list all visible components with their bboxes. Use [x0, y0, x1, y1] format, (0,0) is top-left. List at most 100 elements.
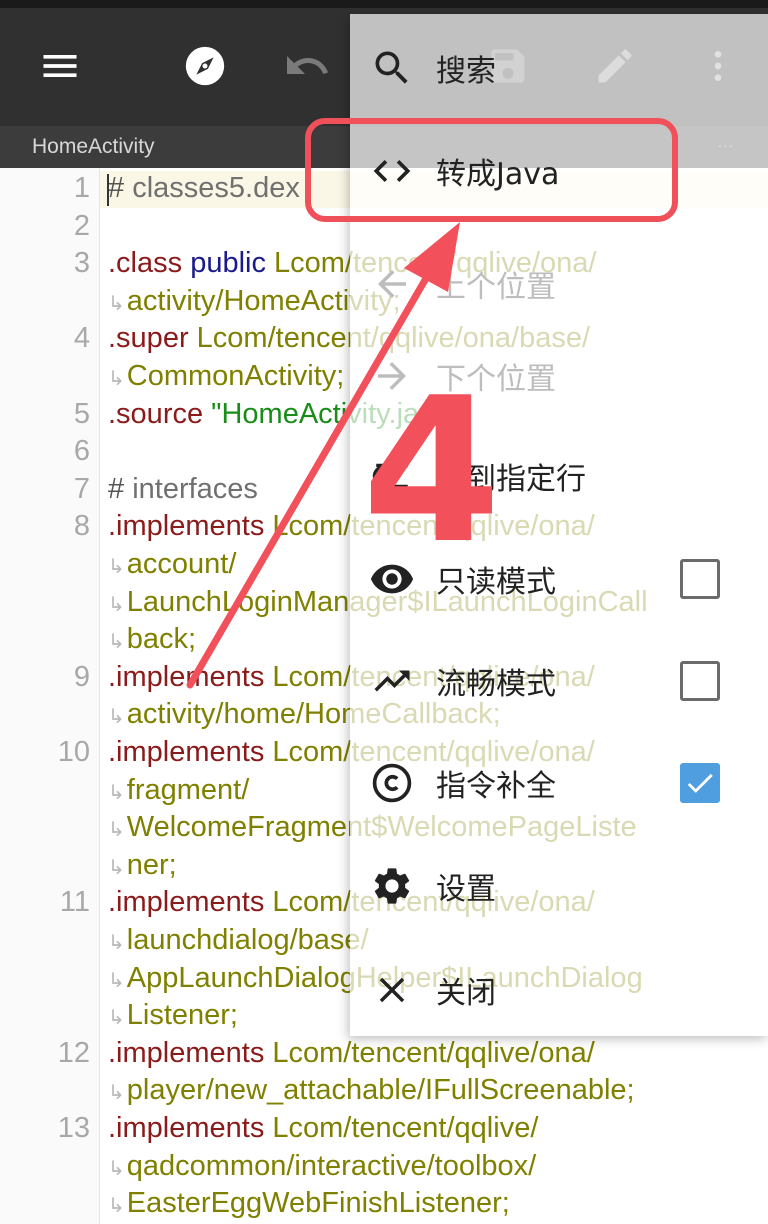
annotation-highlight-box — [305, 118, 678, 222]
code-token: classes5.dex — [132, 172, 300, 204]
menu-item-label: 搜索 — [436, 53, 496, 89]
text-caret — [107, 174, 109, 206]
code-text: .implements Lcom/tencent/qqlive/ — [108, 1110, 538, 1147]
code-token: .implements — [108, 1112, 273, 1144]
gear-icon — [368, 862, 416, 910]
menu-item-settings[interactable]: 设置 — [350, 834, 768, 937]
code-line: 13 .implements Lcom/tencent/qqlive/ — [0, 1110, 768, 1147]
code-text: ↳qadcommon/interactive/toolbox/ — [108, 1148, 536, 1188]
search-icon — [368, 44, 416, 92]
undo-icon[interactable] — [279, 38, 335, 94]
code-text: ↳EasterEggWebFinishListener; — [108, 1185, 510, 1224]
code-text: ↳launchdialog/base/ — [108, 922, 369, 962]
menu-item-search[interactable]: 搜索 — [350, 16, 768, 119]
wrap-indicator-icon: ↳ — [108, 1082, 125, 1105]
wrap-indicator-icon: ↳ — [108, 1007, 125, 1030]
wrap-indicator-icon: ↳ — [108, 368, 125, 390]
line-number: 5 — [73, 397, 90, 430]
code-token: public — [190, 247, 275, 280]
code-token: .implements — [108, 510, 273, 543]
wrap-indicator-icon: ↳ — [108, 593, 125, 616]
wrap-indicator-icon: ↳ — [108, 556, 125, 578]
wrap-indicator-icon: ↳ — [108, 819, 125, 842]
code-token: ner; — [126, 848, 177, 881]
code-token: .class — [108, 247, 191, 280]
line-number: 9 — [73, 660, 90, 693]
code-token: player/new_attachable/IFullScreenable; — [126, 1074, 635, 1107]
file-tab-title[interactable]: HomeActivity — [32, 135, 155, 158]
wrap-indicator-icon: ↳ — [108, 781, 125, 804]
read-only-checkbox[interactable] — [680, 558, 720, 599]
code-token: fragment/ — [126, 773, 250, 806]
code-token: .implements — [108, 886, 273, 919]
code-token: .implements — [108, 736, 273, 768]
code-text: ↳account/ — [108, 546, 236, 586]
code-token: interfaces — [132, 472, 258, 505]
line-number: 6 — [73, 435, 90, 468]
wrap-indicator-icon: ↳ — [108, 932, 125, 954]
menu-item-label: 关闭 — [436, 975, 496, 1011]
annotation-step-number: 4 — [362, 355, 502, 588]
code-text: ↳ner; — [108, 847, 177, 887]
wrap-indicator-icon: ↳ — [108, 631, 125, 654]
code-token: back; — [126, 623, 197, 656]
arrow-left-icon — [368, 260, 416, 308]
menu-item-label: 上个位置 — [436, 269, 556, 305]
code-line: ↳qadcommon/interactive/toolbox/ — [0, 1148, 768, 1185]
code-text: ↳CommonActivity; — [108, 358, 344, 398]
line-number: 12 — [57, 1036, 90, 1069]
line-number: 2 — [73, 209, 90, 242]
copyright-icon — [368, 759, 416, 807]
wrap-indicator-icon: ↳ — [108, 706, 125, 729]
smooth-mode-checkbox[interactable] — [680, 660, 720, 701]
code-token: EasterEggWebFinishListener; — [126, 1187, 510, 1220]
code-text: ↳fragment/ — [108, 772, 249, 812]
code-text: ↳back; — [108, 621, 196, 661]
line-number: 7 — [73, 472, 90, 505]
line-number: 10 — [57, 736, 90, 768]
code-text: # interfaces — [108, 471, 258, 508]
menu-item-label: 流畅模式 — [436, 666, 556, 702]
code-token: account/ — [126, 548, 237, 580]
line-number: 13 — [57, 1112, 90, 1144]
code-token: Lcom/tencent/qqlive/ — [272, 1112, 539, 1144]
code-text: ↳Listener; — [108, 997, 238, 1037]
autocomplete-checkbox[interactable] — [680, 762, 720, 803]
code-token: CommonActivity; — [126, 360, 345, 392]
menu-item-label: 设置 — [436, 871, 496, 907]
wrap-indicator-icon: ↳ — [108, 1195, 125, 1218]
menu-item-smooth-mode[interactable]: 流畅模式 — [350, 629, 768, 732]
menu-icon[interactable] — [32, 38, 88, 94]
menu-item-autocomplete[interactable]: 指令补全 — [350, 731, 768, 834]
wrap-indicator-icon: ↳ — [108, 856, 125, 879]
code-token: qadcommon/interactive/toolbox/ — [126, 1149, 537, 1182]
code-token: # — [108, 472, 133, 505]
code-token: .implements — [108, 1036, 273, 1069]
code-line: ↳player/new_attachable/IFullScreenable; — [0, 1072, 768, 1109]
menu-item-label: 指令补全 — [436, 768, 556, 804]
wrap-indicator-icon: ↳ — [108, 969, 125, 992]
line-number: 4 — [73, 322, 90, 355]
line-number: 11 — [59, 886, 90, 919]
wrap-indicator-icon: ↳ — [108, 292, 125, 315]
code-token: launchdialog/base/ — [126, 924, 369, 956]
line-number: 1 — [73, 172, 90, 204]
code-line: ↳EasterEggWebFinishListener; — [0, 1185, 768, 1222]
close-icon — [368, 966, 416, 1014]
code-token: .source — [108, 397, 212, 430]
line-number: 8 — [73, 510, 90, 543]
code-token: Lcom/tencent/qqlive/ona/ — [272, 1036, 595, 1069]
status-bar — [0, 0, 768, 8]
code-token: .super — [108, 322, 197, 355]
code-token: Listener; — [126, 999, 238, 1032]
trending-up-icon — [368, 657, 416, 705]
code-text: ↳player/new_attachable/IFullScreenable; — [108, 1072, 635, 1112]
code-text: # classes5.dex — [108, 170, 300, 207]
wrap-indicator-icon: ↳ — [108, 1157, 125, 1180]
code-token: # — [108, 172, 133, 204]
compass-icon[interactable] — [177, 38, 233, 94]
code-token: .implements — [108, 660, 273, 693]
menu-item-close[interactable]: 关闭 — [350, 938, 768, 1041]
line-number: 3 — [73, 247, 90, 280]
menu-item-prev-position[interactable]: 上个位置 — [350, 232, 768, 335]
